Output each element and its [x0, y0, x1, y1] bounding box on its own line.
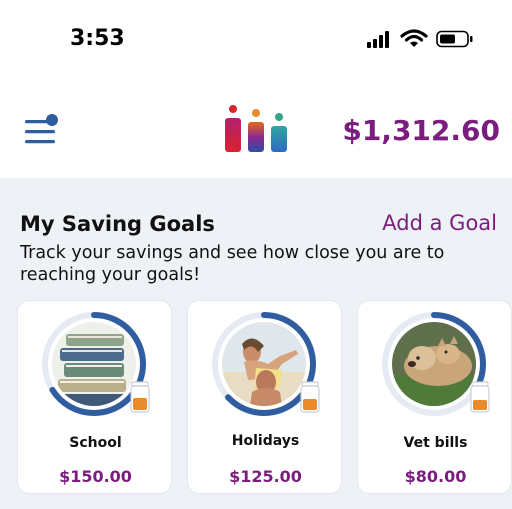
goal-amount: $80.00 [404, 467, 467, 486]
jar-icon [300, 381, 320, 413]
jar-icon [130, 381, 150, 413]
goal-card-vet-bills[interactable]: Vet bills $80.00 [357, 300, 512, 494]
jars-logo [220, 104, 292, 152]
jar-icon [470, 381, 490, 413]
goal-amount: $150.00 [59, 467, 132, 486]
goal-photo-dog-and-cat [392, 322, 476, 406]
goal-photo-books [52, 322, 136, 406]
goal-name: Holidays [231, 433, 300, 449]
section-title: My Saving Goals [20, 212, 215, 236]
status-icons [366, 29, 474, 49]
status-bar: 3:53 [0, 0, 512, 76]
section-description: Track your savings and see how close you… [20, 243, 445, 285]
goal-name: Vet bills [403, 435, 468, 451]
goal-cards: School $150.00 Holidays $125.00 Vet bill… [17, 300, 512, 494]
goal-card-holidays[interactable]: Holidays $125.00 [187, 300, 342, 494]
status-time: 3:53 [70, 26, 125, 51]
saving-goals-section: My Saving Goals Add a Goal Track your sa… [0, 178, 512, 509]
goal-name: School [69, 435, 122, 451]
hamburger-menu-icon[interactable] [22, 112, 62, 146]
battery-icon [436, 30, 473, 48]
wifi-icon [400, 29, 428, 47]
account-balance: $1,312.60 [342, 114, 500, 147]
cellular-signal-icon [367, 31, 389, 48]
goal-amount: $125.00 [229, 467, 302, 486]
goal-card-school[interactable]: School $150.00 [17, 300, 172, 494]
goal-photo-beach-couple [222, 322, 306, 406]
add-goal-link[interactable]: Add a Goal [382, 211, 497, 235]
app-header: $1,312.60 [0, 76, 512, 178]
